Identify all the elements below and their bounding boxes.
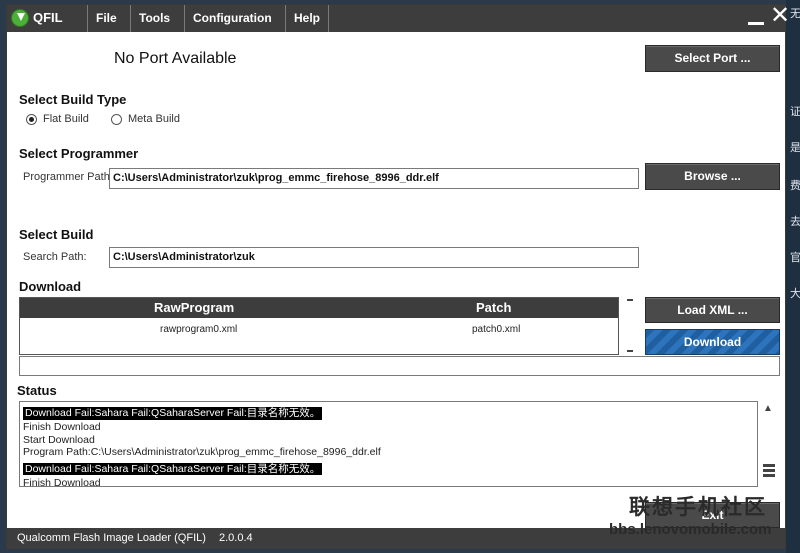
download-button[interactable]: Download (645, 329, 780, 355)
meta-build-radio[interactable] (111, 114, 122, 125)
menu-configuration[interactable]: Configuration (184, 5, 280, 32)
search-path-input[interactable]: C:\Users\Administrator\zuk (109, 247, 639, 268)
menu-tools[interactable]: Tools (130, 5, 178, 32)
flat-build-radio[interactable] (26, 114, 37, 125)
column-patch: Patch (476, 300, 512, 315)
title-bar: QFIL File Tools Configuration Help ✕ (7, 4, 790, 32)
log-line: Program Path:C:\Users\Administrator\zuk\… (23, 446, 381, 459)
desktop-text: 去 (790, 216, 800, 228)
log-line: Start Download (23, 433, 95, 446)
version-label: 2.0.0.4 (219, 532, 253, 544)
programmer-path-label: Programmer Path (23, 171, 110, 183)
status-log[interactable]: Download Fail:Sahara Fail:QSaharaServer … (19, 401, 758, 487)
close-icon: ✕ (769, 2, 791, 29)
qfil-logo-icon (11, 9, 29, 27)
table-header: RawProgram Patch (20, 298, 618, 318)
desktop-text: 是 (790, 142, 800, 154)
menu-file[interactable]: File (87, 5, 125, 32)
splitter-mark (627, 350, 633, 352)
menu-help[interactable]: Help (285, 5, 330, 32)
close-button[interactable]: ✕ (769, 2, 791, 29)
select-build-heading: Select Build (19, 227, 94, 242)
browse-button[interactable]: Browse ... (645, 163, 780, 190)
flat-build-label: Flat Build (43, 113, 89, 125)
desktop-text: 证 (790, 106, 800, 118)
build-type-heading: Select Build Type (19, 92, 127, 107)
download-table: RawProgram Patch rawprogram0.xml patch0.… (19, 297, 619, 355)
desktop-background (786, 0, 800, 553)
minimize-icon (748, 22, 764, 25)
forum-watermark-url: bbs.lenovomobile.com (609, 521, 772, 538)
scroll-grip-icon[interactable] (763, 474, 775, 477)
minimize-button[interactable] (745, 7, 767, 29)
patch-cell: patch0.xml (472, 324, 521, 335)
rawprogram-cell: rawprogram0.xml (160, 324, 238, 335)
desktop-text: 官 (790, 252, 800, 264)
search-path-label: Search Path: (23, 251, 87, 263)
programmer-heading: Select Programmer (19, 146, 139, 161)
status-heading: Status (17, 383, 57, 398)
qfil-window: QFIL File Tools Configuration Help ✕ No … (6, 4, 790, 549)
load-xml-button[interactable]: Load XML ... (645, 297, 780, 323)
desktop-text: 无 (790, 8, 800, 20)
scroll-up-icon[interactable]: ▲ (763, 403, 773, 414)
splitter-mark (627, 299, 633, 301)
scroll-grip-icon[interactable] (763, 469, 775, 472)
column-rawprogram: RawProgram (154, 300, 235, 315)
select-port-button[interactable]: Select Port ... (645, 45, 780, 72)
desktop-text: 大 (790, 288, 800, 300)
log-line: Download Fail:Sahara Fail:QSaharaServer … (23, 462, 323, 476)
desktop-text: 费 (790, 180, 800, 192)
product-name: Qualcomm Flash Image Loader (QFIL) (17, 532, 206, 544)
port-status: No Port Available (114, 50, 237, 67)
programmer-path-input[interactable]: C:\Users\Administrator\zuk\prog_emmc_fir… (109, 168, 639, 189)
log-line: Finish Download (23, 421, 101, 433)
app-title: QFIL (33, 10, 63, 25)
log-line: Download Fail:Sahara Fail:QSaharaServer … (23, 407, 323, 420)
scroll-grip-icon[interactable] (763, 464, 775, 467)
log-line: Finish Download (23, 476, 101, 487)
download-heading: Download (19, 279, 82, 294)
meta-build-label: Meta Build (128, 113, 180, 125)
download-progress-bar (19, 356, 780, 376)
forum-watermark: 联想手机社区 (629, 496, 767, 519)
